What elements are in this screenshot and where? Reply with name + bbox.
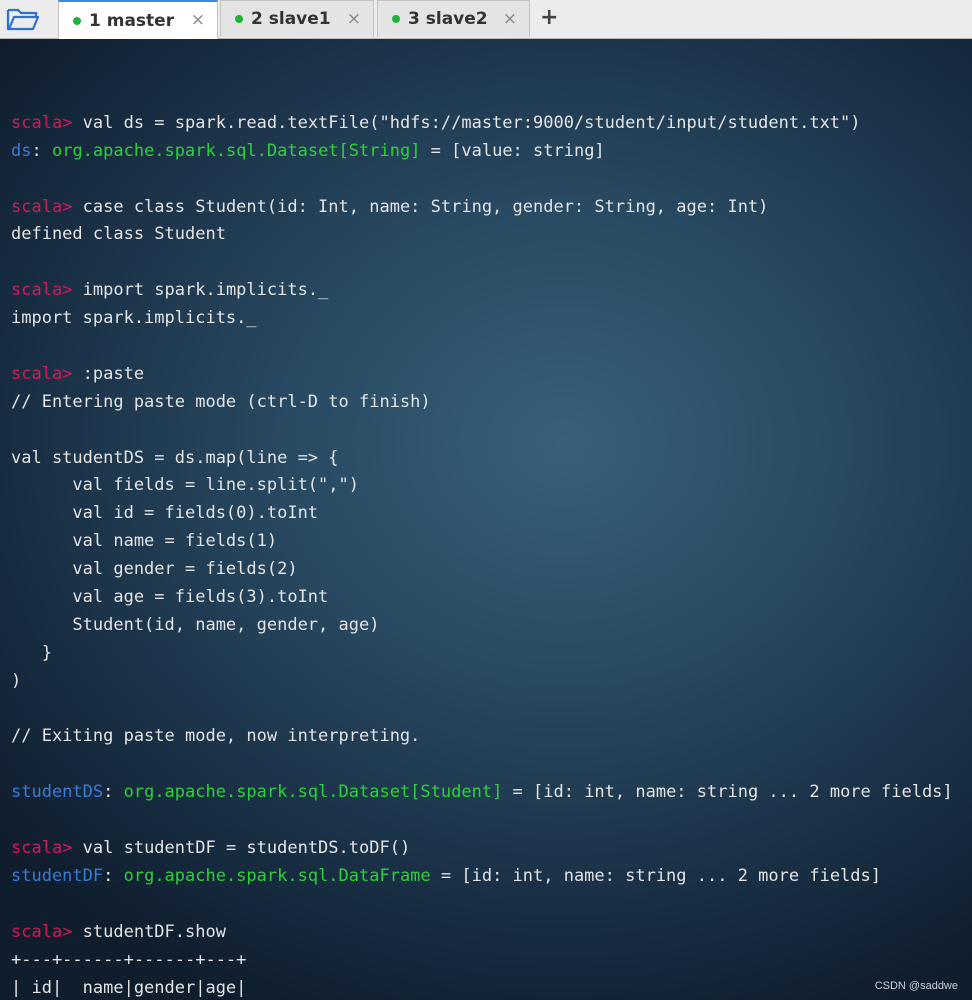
output-text: :: [103, 782, 124, 803]
terminal-line: | id| name|gender|age|: [11, 975, 953, 1000]
tab-master[interactable]: 1 master ×: [58, 0, 218, 39]
output-text: }: [11, 642, 52, 663]
prompt: scala>: [11, 838, 73, 859]
output-text: = [id: int, name: string ... 2 more fiel…: [430, 865, 881, 886]
terminal-output: scala> val ds = spark.read.textFile("hdf…: [11, 82, 953, 1000]
output-text: Student(id, name, gender, age): [11, 614, 380, 635]
terminal-line: defined class Student: [11, 221, 953, 249]
terminal-line: val gender = fields(2): [11, 556, 953, 584]
output-text: case class Student(id: Int, name: String…: [72, 196, 769, 217]
terminal-line: ds: org.apache.spark.sql.Dataset[String]…: [11, 138, 953, 166]
output-text: val name = fields(1): [11, 531, 278, 552]
terminal-line: Student(id, name, gender, age): [11, 612, 953, 640]
tab-label: 3 slave2: [408, 9, 488, 29]
prompt: scala>: [11, 196, 73, 217]
terminal-line: ): [11, 668, 953, 696]
terminal-line: // Exiting paste mode, now interpreting.: [11, 723, 953, 751]
terminal-line: studentDF: org.apache.spark.sql.DataFram…: [11, 863, 953, 891]
terminal-line: val id = fields(0).toInt: [11, 500, 953, 528]
terminal-line: scala> case class Student(id: Int, name:…: [11, 194, 953, 222]
folder-open-icon[interactable]: [6, 6, 40, 32]
terminal-area[interactable]: scala> val ds = spark.read.textFile("hdf…: [0, 39, 972, 1000]
output-text: org.apache.spark.sql.Dataset[String]: [51, 140, 421, 161]
output-text: ds: [11, 140, 32, 161]
output-text: import spark.implicits._: [72, 280, 329, 301]
terminal-line: val name = fields(1): [11, 528, 953, 556]
output-text: studentDS: [11, 782, 104, 803]
output-text: val studentDS = ds.map(line => {: [11, 447, 339, 468]
output-text: :: [103, 865, 124, 886]
prompt: scala>: [11, 363, 73, 384]
output-text: studentDF: [11, 865, 104, 886]
output-text: val id = fields(0).toInt: [11, 503, 319, 524]
terminal-line: }: [11, 640, 953, 668]
terminal-line: val fields = line.split(","): [11, 472, 953, 500]
terminal-line: import spark.implicits._: [11, 305, 953, 333]
status-dot-icon: [392, 15, 400, 23]
terminal-line: studentDS: org.apache.spark.sql.Dataset[…: [11, 779, 953, 807]
terminal-line: scala> val ds = spark.read.textFile("hdf…: [11, 110, 953, 138]
tab-label: 1 master: [89, 10, 175, 31]
status-dot-icon: [235, 15, 243, 23]
tab-slave2[interactable]: 3 slave2 ×: [377, 0, 530, 37]
terminal-line: val age = fields(3).toInt: [11, 584, 953, 612]
output-text: val fields = line.split(","): [11, 475, 359, 496]
tab-slave1[interactable]: 2 slave1 ×: [220, 0, 374, 37]
terminal-line: scala> import spark.implicits._: [11, 277, 953, 305]
output-text: | id| name|gender|age|: [11, 977, 247, 998]
tab-bar: 1 master × 2 slave1 × 3 slave2 × +: [0, 0, 972, 39]
status-dot-icon: [73, 16, 81, 25]
watermark: CSDN @saddwe: [874, 980, 958, 992]
output-text: val age = fields(3).toInt: [11, 587, 329, 608]
terminal-line: // Entering paste mode (ctrl-D to finish…: [11, 389, 953, 417]
output-text: // Entering paste mode (ctrl-D to finish…: [11, 391, 431, 412]
output-text: +---+------+------+---+: [11, 949, 247, 970]
output-text: = [value: string]: [420, 140, 605, 161]
terminal-line: scala> :paste: [11, 361, 953, 389]
terminal-line: scala> studentDF.show: [11, 919, 953, 947]
output-text: org.apache.spark.sql.DataFrame: [123, 865, 431, 886]
tab-label: 2 slave1: [251, 9, 331, 29]
output-text: :paste: [72, 363, 145, 384]
terminal-line: val studentDS = ds.map(line => {: [11, 445, 953, 473]
terminal-line: scala> val studentDF = studentDS.toDF(): [11, 835, 953, 863]
output-text: = [id: int, name: string ... 2 more fiel…: [502, 782, 953, 803]
output-text: ): [11, 670, 22, 691]
close-icon[interactable]: ×: [191, 10, 205, 30]
output-text: defined class Student: [11, 224, 226, 245]
new-tab-icon[interactable]: +: [540, 5, 558, 30]
output-text: org.apache.spark.sql.Dataset[Student]: [123, 782, 503, 803]
output-text: studentDF.show: [72, 921, 226, 942]
output-text: val ds = spark.read.textFile("hdfs://mas…: [72, 112, 861, 133]
terminal-line: +---+------+------+---+: [11, 947, 953, 975]
prompt: scala>: [11, 280, 73, 301]
output-text: import spark.implicits._: [11, 308, 257, 329]
close-icon[interactable]: ×: [347, 9, 361, 29]
prompt: scala>: [11, 112, 73, 133]
prompt: scala>: [11, 921, 73, 942]
output-text: val studentDF = studentDS.toDF(): [72, 838, 411, 859]
output-text: val gender = fields(2): [11, 559, 298, 580]
output-text: :: [31, 140, 52, 161]
close-icon[interactable]: ×: [503, 9, 517, 29]
output-text: // Exiting paste mode, now interpreting.: [11, 726, 421, 747]
